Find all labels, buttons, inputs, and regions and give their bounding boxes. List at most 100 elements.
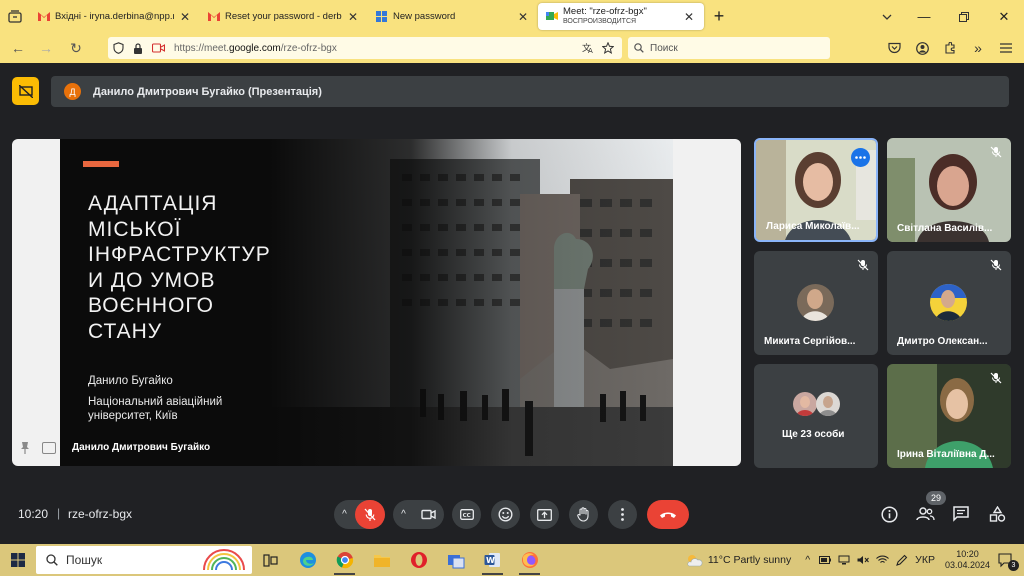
- meet-call-area: Д Данило Дмитрович Бугайко (Презентація): [0, 63, 1024, 544]
- address-bar[interactable]: https://meet.google.com/rze-ofrz-bgx 文A: [108, 37, 622, 59]
- account-icon[interactable]: [908, 33, 936, 63]
- camera-toggle-button[interactable]: [414, 500, 444, 529]
- close-icon[interactable]: ✕: [178, 10, 192, 24]
- close-icon[interactable]: ✕: [516, 10, 530, 24]
- back-icon[interactable]: ←: [4, 33, 32, 63]
- chrome-icon[interactable]: [326, 544, 363, 576]
- close-icon[interactable]: ✕: [682, 10, 696, 24]
- pocket-icon[interactable]: [880, 33, 908, 63]
- presentation-icon[interactable]: [12, 77, 39, 105]
- overflow-chevron-icon[interactable]: »: [964, 33, 992, 63]
- wifi-icon[interactable]: [876, 555, 890, 565]
- new-tab-button[interactable]: +: [704, 0, 734, 33]
- translate-icon[interactable]: 文A: [578, 37, 598, 59]
- minimize-button[interactable]: —: [904, 0, 944, 33]
- camera-options-chevron-icon[interactable]: ^: [394, 509, 414, 520]
- leave-call-button[interactable]: [647, 500, 689, 529]
- windows-start-button[interactable]: [0, 544, 36, 576]
- chevron-down-icon[interactable]: [870, 0, 904, 33]
- participant-tile[interactable]: Ірина Віталіївна Д...: [887, 364, 1011, 468]
- browser-tab[interactable]: New password ✕: [368, 0, 538, 33]
- battery-icon[interactable]: [819, 556, 832, 564]
- search-input[interactable]: Поиск: [628, 37, 830, 59]
- activities-button[interactable]: [983, 500, 1011, 528]
- participant-name: Ірина Віталіївна Д...: [897, 449, 995, 460]
- taskbar-clock[interactable]: 10:20 03.04.2024: [945, 549, 990, 571]
- search-icon: [634, 43, 644, 53]
- shield-icon[interactable]: [108, 37, 128, 59]
- captions-button[interactable]: CC: [452, 500, 481, 529]
- gmail-icon: [38, 11, 50, 23]
- weather-text[interactable]: 11°C Partly sunny: [708, 554, 791, 566]
- network-wired-icon[interactable]: [838, 555, 850, 565]
- volume-muted-icon[interactable]: [857, 555, 870, 565]
- pin-icon[interactable]: [20, 441, 34, 457]
- mic-toggle-button[interactable]: [354, 500, 385, 529]
- browser-tab[interactable]: Вхідні - iryna.derbina@npp.nau. ✕: [30, 0, 200, 33]
- more-options-icon[interactable]: [851, 148, 870, 167]
- participant-name: Микита Сергійов...: [764, 336, 856, 347]
- word-icon[interactable]: W: [474, 544, 511, 576]
- present-screen-button[interactable]: [530, 500, 559, 529]
- more-options-button[interactable]: [608, 500, 637, 529]
- taskbar-search-input[interactable]: Пошук: [36, 546, 252, 574]
- reload-icon[interactable]: ↻: [62, 33, 90, 63]
- reactions-button[interactable]: [491, 500, 520, 529]
- participant-tile[interactable]: Лариса Миколаїв...: [754, 138, 878, 242]
- camera-permission-icon[interactable]: [148, 37, 168, 59]
- weather-icon[interactable]: [685, 553, 703, 567]
- participants-button[interactable]: [911, 500, 939, 528]
- meet-icon: [546, 11, 558, 23]
- clock-time: 10:20: [956, 549, 979, 559]
- windows-logo-icon: [11, 553, 25, 567]
- presentation-stage[interactable]: АДАПТАЦІЯ МІСЬКОЇ ІНФРАСТРУКТУР И ДО УМО…: [12, 139, 741, 466]
- menu-icon[interactable]: [992, 33, 1020, 63]
- participant-tile[interactable]: Микита Сергійов...: [754, 251, 878, 355]
- extensions-icon[interactable]: [936, 33, 964, 63]
- search-highlight-icon: [200, 548, 248, 572]
- browser-tab-active[interactable]: Meet: "rze-ofrz-bgx" ВОСПРОИЗВОДИТСЯ ✕: [538, 3, 704, 30]
- forward-icon[interactable]: →: [32, 33, 60, 63]
- browser-tab-strip: Вхідні - iryna.derbina@npp.nau. ✕ Reset …: [0, 0, 1024, 33]
- mic-options-chevron-icon[interactable]: ^: [335, 509, 355, 520]
- microphone-control: ^: [334, 500, 385, 529]
- show-hidden-icons-chevron-icon[interactable]: ^: [805, 554, 810, 566]
- captions-icon: CC: [459, 509, 474, 520]
- raise-hand-button[interactable]: [569, 500, 598, 529]
- divider: |: [57, 506, 61, 520]
- svg-text:CC: CC: [462, 513, 470, 519]
- muted-mic-icon: [990, 259, 1004, 273]
- edge-icon[interactable]: [289, 544, 326, 576]
- language-indicator[interactable]: УКР: [915, 554, 935, 566]
- file-explorer-icon[interactable]: [363, 544, 400, 576]
- tab-list-icon[interactable]: [0, 0, 30, 33]
- more-vert-icon: [621, 508, 624, 521]
- muted-mic-icon: [990, 146, 1004, 160]
- app-icon[interactable]: [437, 544, 474, 576]
- chat-button[interactable]: [947, 500, 975, 528]
- participant-tile[interactable]: Світлана Василів...: [887, 138, 1011, 242]
- lock-icon[interactable]: [128, 37, 148, 59]
- info-icon: [880, 505, 898, 523]
- firefox-icon[interactable]: [511, 544, 548, 576]
- tab-title: New password: [393, 11, 456, 22]
- close-window-button[interactable]: ✕: [984, 0, 1024, 33]
- activities-icon: [989, 506, 1005, 522]
- notifications-icon[interactable]: 3: [998, 552, 1019, 571]
- pen-icon[interactable]: [896, 554, 908, 566]
- browser-tab[interactable]: Reset your password - derbira9 ✕: [200, 0, 368, 33]
- restore-button[interactable]: [944, 0, 984, 33]
- more-participants-tile[interactable]: Ще 23 особи: [754, 364, 878, 468]
- participant-name: Лариса Миколаїв...: [766, 221, 860, 232]
- emoji-icon: [498, 507, 513, 522]
- meeting-info-button[interactable]: [875, 500, 903, 528]
- opera-icon[interactable]: [400, 544, 437, 576]
- search-icon: [46, 554, 58, 566]
- close-icon[interactable]: ✕: [346, 10, 360, 24]
- participant-avatar: [797, 284, 834, 321]
- bookmark-star-icon[interactable]: [598, 37, 618, 59]
- task-view-icon[interactable]: [252, 544, 289, 576]
- participant-tile[interactable]: Дмитро Олексан...: [887, 251, 1011, 355]
- captions-toggle-icon[interactable]: [42, 442, 56, 454]
- taskbar-search-label: Пошук: [66, 553, 103, 567]
